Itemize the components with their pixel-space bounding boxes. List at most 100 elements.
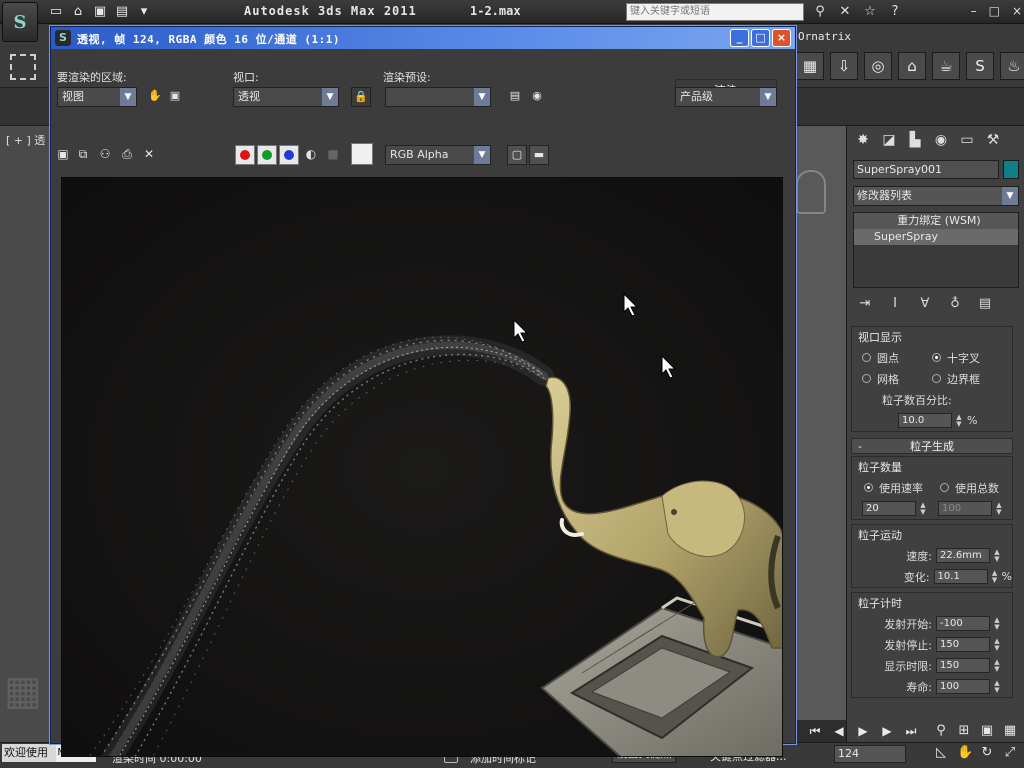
radio-use-total[interactable] — [940, 483, 949, 492]
monochrome-icon[interactable]: ■ — [325, 147, 341, 161]
star-icon[interactable]: ☆ — [862, 4, 878, 20]
dropdown-arrow-icon[interactable]: ▾ — [136, 4, 152, 20]
render-setup-icon[interactable]: ▤ — [505, 87, 525, 107]
field-of-view-icon[interactable]: ◺ — [934, 744, 948, 762]
pin-stack-icon[interactable]: ⇥ — [857, 296, 873, 312]
maximize-button[interactable]: □ — [989, 4, 1000, 18]
open-folder-icon[interactable]: ⌂ — [70, 4, 86, 20]
percent-value[interactable]: 10.0 — [898, 413, 952, 428]
zoom-all-icon[interactable]: ⊞ — [957, 722, 971, 740]
new-file-icon[interactable]: ▭ — [48, 4, 64, 20]
go-to-start-icon[interactable]: ⏮ — [808, 724, 822, 739]
render-preset-dropdown[interactable]: ▼ — [385, 87, 491, 107]
maximize-viewport-icon[interactable]: ⤢ — [1003, 744, 1017, 762]
motion-tab-icon[interactable]: ◉ — [931, 130, 951, 150]
viewport-label[interactable]: [ + ] 透 — [6, 132, 45, 148]
green-channel-button[interactable] — [257, 145, 277, 165]
toggle-ui-overlay-icon[interactable]: ▢ — [507, 145, 527, 165]
configure-sets-icon[interactable]: ▤ — [977, 296, 993, 312]
create-tab-icon[interactable]: ✸ — [853, 130, 873, 150]
display-until-value[interactable]: 150 — [936, 658, 990, 673]
spinner-arrows-icon[interactable]: ▲ ▼ — [955, 413, 963, 428]
radio-mesh[interactable] — [862, 374, 871, 383]
blue-channel-button[interactable] — [279, 145, 299, 165]
render-iterative-icon[interactable]: S — [966, 52, 994, 80]
render-setup-icon[interactable]: ⇩ — [830, 52, 858, 80]
clone-window-icon[interactable]: ⚇ — [97, 147, 113, 161]
lock-viewport-icon[interactable]: 🔒 — [351, 87, 371, 107]
rendered-frame-icon[interactable]: ◎ — [864, 52, 892, 80]
teapot-render-icon[interactable]: ☕ — [932, 52, 960, 80]
binoculars-icon[interactable]: ⚲ — [812, 4, 828, 20]
render-window-maximize-button[interactable]: □ — [751, 29, 770, 47]
radio-dots[interactable] — [862, 353, 871, 362]
total-value[interactable]: 100 — [938, 501, 992, 516]
render-window-minimize-button[interactable]: _ — [730, 29, 749, 47]
orbit-icon[interactable]: ↻ — [980, 744, 994, 762]
spinner-arrows-icon[interactable]: ▲ ▼ — [991, 569, 999, 584]
edit-region-icon[interactable]: ✋ — [145, 87, 165, 107]
make-unique-icon[interactable]: ∀ — [917, 296, 933, 312]
radio-use-rate[interactable] — [864, 483, 873, 492]
copy-image-icon[interactable]: ⧉ — [75, 147, 91, 162]
show-end-result-icon[interactable]: Ⅰ — [887, 296, 903, 312]
area-to-render-dropdown[interactable]: 视图 ▼ — [57, 87, 137, 107]
tools-icon[interactable]: ✕ — [837, 4, 853, 20]
help-icon[interactable]: ? — [887, 4, 903, 20]
spinner-arrows-icon[interactable]: ▲ ▼ — [993, 548, 1001, 563]
emit-start-value[interactable]: -100 — [936, 616, 990, 631]
spinner-arrows-icon[interactable]: ▲ ▼ — [993, 658, 1001, 673]
emit-start-spinner[interactable]: -100 ▲ ▼ — [936, 616, 1001, 631]
zoom-extents-all-icon[interactable]: ▦ — [1003, 722, 1017, 740]
ornatrix-menu[interactable]: Ornatrix — [798, 30, 851, 43]
close-button[interactable]: × — [1012, 4, 1022, 18]
variation-value[interactable]: 10.1 — [933, 569, 988, 584]
spinner-arrows-icon[interactable]: ▲ ▼ — [919, 501, 927, 516]
rate-value[interactable]: 20 — [862, 501, 916, 516]
remove-modifier-icon[interactable]: ♁ — [947, 296, 963, 312]
save-image-icon[interactable]: ▣ — [55, 147, 71, 161]
render-window-title-bar[interactable]: S 透视, 帧 124, RGBA 颜色 16 位/通道 (1:1) _ □ × — [51, 27, 795, 49]
emit-stop-value[interactable]: 150 — [936, 637, 990, 652]
emit-stop-spinner[interactable]: 150 ▲ ▼ — [936, 637, 1001, 652]
modifier-list-dropdown[interactable]: 修改器列表 ▼ — [853, 186, 1019, 206]
speed-value[interactable]: 22.6mm — [936, 548, 990, 563]
radio-ticks[interactable] — [932, 353, 941, 362]
clear-icon[interactable]: ✕ — [141, 147, 157, 161]
print-image-icon[interactable]: ⎙ — [119, 147, 135, 162]
stack-item-superspray[interactable]: SuperSpray — [854, 229, 1018, 245]
zoom-icon[interactable]: ⚲ — [934, 722, 948, 740]
activeshade-icon[interactable]: ♨ — [1000, 52, 1024, 80]
play-icon[interactable]: ▶ — [856, 724, 870, 739]
spinner-arrows-icon[interactable]: ▲ ▼ — [993, 637, 1001, 652]
display-tab-icon[interactable]: ▭ — [957, 130, 977, 150]
go-to-end-icon[interactable]: ⏭ — [904, 724, 918, 739]
render-production-icon[interactable]: ⌂ — [898, 52, 926, 80]
zoom-extents-icon[interactable]: ▣ — [980, 722, 994, 740]
object-name-field[interactable]: SuperSpray001 — [853, 160, 999, 179]
search-input[interactable]: 键入关键字或短语 — [626, 3, 804, 21]
minimize-button[interactable]: – — [971, 4, 977, 18]
pan-icon[interactable]: ✋ — [957, 744, 973, 762]
project-folder-icon[interactable]: ▤ — [114, 4, 130, 20]
object-color-swatch[interactable] — [1003, 160, 1019, 179]
current-frame-field[interactable]: 124 — [834, 745, 906, 763]
spinner-arrows-icon[interactable]: ▲ ▼ — [995, 501, 1003, 516]
spinner-arrows-icon[interactable]: ▲ ▼ — [993, 679, 1001, 694]
modify-tab-icon[interactable]: ◪ — [879, 130, 899, 150]
alpha-channel-icon[interactable]: ◐ — [303, 147, 319, 161]
environment-effects-icon[interactable]: ◉ — [527, 87, 547, 107]
red-channel-button[interactable] — [235, 145, 255, 165]
select-region-icon[interactable] — [10, 54, 36, 80]
speed-spinner[interactable]: 22.6mm ▲ ▼ — [936, 548, 1001, 563]
life-spinner[interactable]: 100 ▲ ▼ — [936, 679, 1001, 694]
total-spinner[interactable]: 100 ▲ ▼ — [938, 501, 1003, 516]
spinner-arrows-icon[interactable]: ▲ ▼ — [993, 616, 1001, 631]
save-icon[interactable]: ▣ — [92, 4, 108, 20]
display-channel-dropdown[interactable]: RGB Alpha ▼ — [385, 145, 491, 165]
material-editor-icon[interactable]: ▦ — [796, 52, 824, 80]
stack-item-gravity-binding[interactable]: 重力绑定 (WSM) — [854, 213, 1018, 229]
life-value[interactable]: 100 — [936, 679, 990, 694]
viewport-dropdown[interactable]: 透视 ▼ — [233, 87, 339, 107]
color-swatch[interactable] — [351, 143, 373, 165]
